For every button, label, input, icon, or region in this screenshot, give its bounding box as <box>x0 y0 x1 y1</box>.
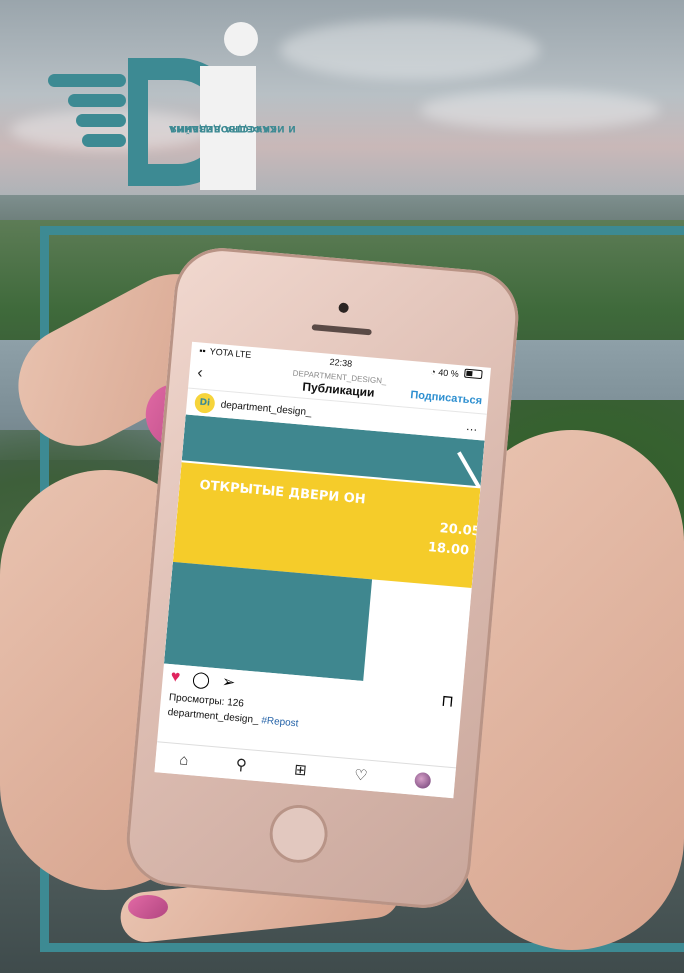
logo-stripe <box>48 74 126 87</box>
fingernail <box>128 895 168 919</box>
post-image[interactable]: ОТКРЫТЫЕ ДВЕРИ ОН 20.05.2 18.00 <box>163 414 485 690</box>
smartphone: ▪▪ YOTA LTE 22:38 ◔ 40 % ‹ DEPARTMENT_DE… <box>122 244 523 912</box>
department-logo: КАФЕДРА ДИЗАЙНА И ИСКУССТВОВЕДЕНИЯ <box>48 22 296 192</box>
logo-side-text: КАФЕДРА ДИЗАЙНА И ИСКУССТВОВЕДЕНИЯ <box>169 66 296 190</box>
battery-status: ◔ 40 % <box>430 365 483 380</box>
phone-screen: ▪▪ YOTA LTE 22:38 ◔ 40 % ‹ DEPARTMENT_DE… <box>154 341 491 799</box>
frame-top <box>40 226 684 235</box>
add-icon[interactable]: ⊞ <box>293 760 307 779</box>
home-icon[interactable]: ⌂ <box>179 751 190 769</box>
carrier-signal: ▪▪ YOTA LTE <box>199 345 252 360</box>
logo-stripe <box>76 114 126 127</box>
profile-avatar[interactable] <box>414 771 432 790</box>
avatar[interactable]: Di <box>193 392 216 414</box>
bookmark-icon[interactable]: ⊓ <box>440 691 454 712</box>
search-icon[interactable]: ⚲ <box>235 755 248 774</box>
cloud <box>280 20 540 80</box>
battery-icon <box>464 368 483 379</box>
cloud <box>420 90 660 130</box>
image-text-line1: ОТКРЫТЫЕ ДВЕРИ ОН <box>198 477 367 508</box>
carrier-label: YOTA LTE <box>209 346 252 360</box>
alarm-icon: ◔ <box>430 366 437 377</box>
share-send-icon[interactable]: ➢ <box>221 672 236 693</box>
more-options-icon[interactable]: … <box>465 419 478 434</box>
signal-icon: ▪▪ <box>198 345 207 356</box>
caption-hashtag[interactable]: #Repost <box>261 715 299 729</box>
clock: 22:38 <box>329 356 353 369</box>
logo-text-line2: И ИСКУССТВОВЕДЕНИЯ <box>170 123 296 133</box>
comment-icon[interactable]: ◯ <box>191 669 211 690</box>
logo-stripe <box>82 134 126 147</box>
image-slash <box>457 451 483 492</box>
battery-label: 40 % <box>437 366 460 379</box>
like-heart-icon[interactable]: ♥ <box>170 668 181 687</box>
logo-dot <box>224 22 258 56</box>
image-text-line3: 18.00 <box>427 540 470 559</box>
heart-icon[interactable]: ♡ <box>353 766 368 785</box>
logo-stripe <box>68 94 126 107</box>
image-teal-block-bottom <box>163 561 373 681</box>
